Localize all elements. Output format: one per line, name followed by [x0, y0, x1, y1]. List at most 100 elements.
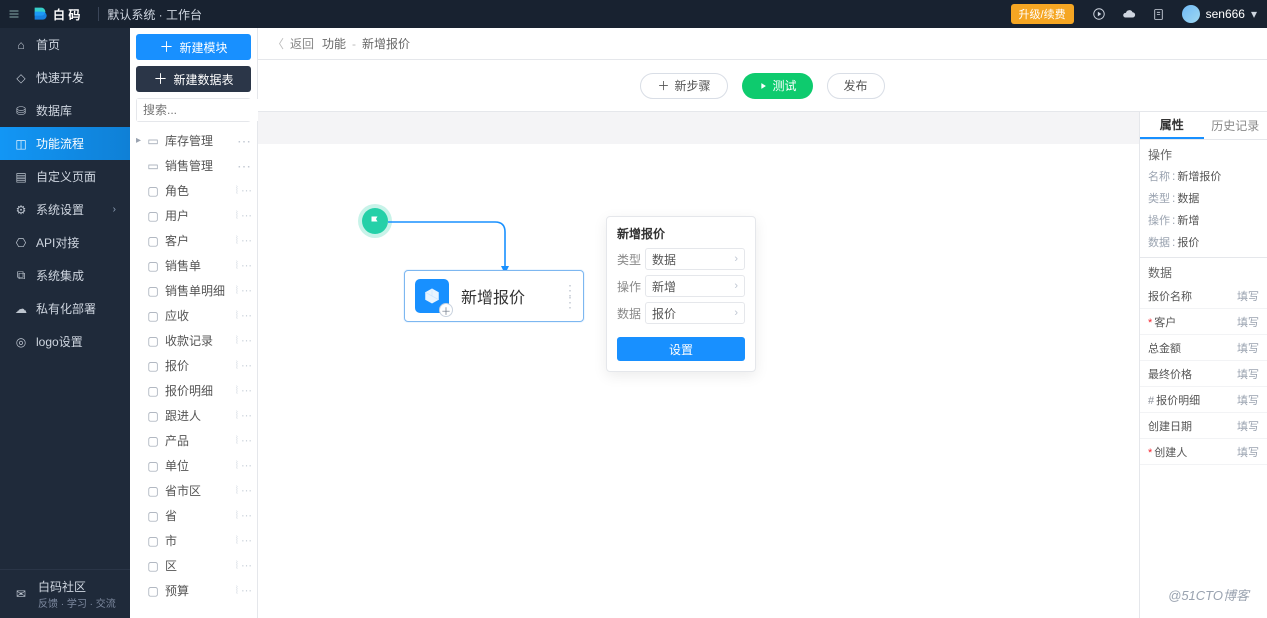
config-icon[interactable]: ⦚⋯	[236, 284, 251, 298]
data-field-row[interactable]: 报价明细填写	[1140, 387, 1267, 413]
menu-toggle-icon[interactable]	[0, 0, 28, 28]
sidebar-item-3[interactable]: ◫功能流程	[0, 127, 130, 160]
tree-item[interactable]: ▢报价明细⦚⋯	[130, 378, 257, 403]
tree-item[interactable]: ▢角色⦚⋯	[130, 178, 257, 203]
tree-item[interactable]: ▢省⦚⋯	[130, 503, 257, 528]
sidebar-item-8[interactable]: ☁私有化部署	[0, 292, 130, 325]
file-icon: ▢	[146, 334, 160, 348]
config-icon[interactable]: ⦚⋯	[236, 584, 251, 598]
tree-label: 收款记录	[165, 332, 213, 349]
tree-item[interactable]: ▢用户⦚⋯	[130, 203, 257, 228]
start-node[interactable]	[362, 208, 388, 234]
data-field-row[interactable]: 创建人填写	[1140, 439, 1267, 465]
sidebar-item-1[interactable]: ◇快速开发	[0, 61, 130, 94]
tree-item[interactable]: ▢销售单明细⦚⋯	[130, 278, 257, 303]
popover-set-button[interactable]: 设置	[617, 337, 745, 361]
new-module-button[interactable]: ＋新建模块	[136, 34, 251, 60]
sidebar-item-2[interactable]: ⛁数据库	[0, 94, 130, 127]
tree-item[interactable]: ▢报价⦚⋯	[130, 353, 257, 378]
config-icon[interactable]: ⦚⋯	[236, 184, 251, 198]
tree-item[interactable]: ▢区⦚⋯	[130, 553, 257, 578]
config-icon[interactable]: ⦚⋯	[236, 459, 251, 473]
cloud-icon[interactable]	[1118, 3, 1140, 25]
config-icon[interactable]: ⦚⋯	[236, 384, 251, 398]
nav-label: 系统集成	[36, 267, 84, 284]
username[interactable]: sen666	[1206, 7, 1251, 21]
tree-item[interactable]: ▢ 产品 ⦚⋯	[130, 428, 257, 453]
back-link[interactable]: 返回	[290, 35, 314, 52]
canvas-toolbar: ＋新步骤 测试 发布	[258, 60, 1267, 112]
field-value: 填写	[1237, 444, 1259, 460]
tab-history[interactable]: 历史记录	[1204, 112, 1267, 139]
publish-button[interactable]: 发布	[827, 73, 885, 99]
new-step-button[interactable]: ＋新步骤	[640, 73, 727, 99]
tree-item[interactable]: ▢预算⦚⋯	[130, 578, 257, 603]
new-table-button[interactable]: ＋新建数据表	[136, 66, 251, 92]
brand-logo[interactable]: 白 码	[28, 6, 90, 23]
config-icon[interactable]: ⦚⋯	[236, 409, 251, 423]
tree-item[interactable]: ▢ 收款记录 ⦚⋯	[130, 328, 257, 353]
config-icon[interactable]: ⦚⋯	[236, 234, 251, 248]
config-icon[interactable]: ⦚⋯	[236, 434, 251, 448]
tree-label: 应收	[165, 307, 189, 324]
nav-icon: ◇	[14, 71, 28, 85]
config-icon[interactable]: ⦚⋯	[236, 509, 251, 523]
popover-row-select[interactable]: 报价›	[645, 302, 745, 324]
tree-item[interactable]: ▢应收⦚⋯	[130, 303, 257, 328]
chevron-down-icon[interactable]: ▾	[1251, 7, 1257, 21]
tree-item[interactable]: ▢跟进人⦚⋯	[130, 403, 257, 428]
tree-item[interactable]: ▢单位⦚⋯	[130, 453, 257, 478]
avatar[interactable]	[1182, 5, 1200, 23]
popover-row-select[interactable]: 数据›	[645, 248, 745, 270]
play-icon[interactable]	[1088, 3, 1110, 25]
file-icon: ▢	[146, 434, 160, 448]
tree-label: 产品	[165, 432, 189, 449]
config-icon[interactable]: ⦚⋯	[236, 209, 251, 223]
section-data-title: 数据	[1140, 258, 1267, 283]
config-icon[interactable]: ⦚⋯	[236, 359, 251, 373]
prop-row: 类型:数据	[1140, 187, 1267, 209]
sidebar-community[interactable]: ✉白码社区反馈 · 学习 · 交流	[0, 569, 130, 618]
config-icon[interactable]: ⦚⋯	[236, 259, 251, 273]
tree-item[interactable]: ▢市⦚⋯	[130, 528, 257, 553]
popover-row-select[interactable]: 新增›	[645, 275, 745, 297]
node-more-icon[interactable]: ⋮⋮	[563, 284, 577, 308]
config-icon[interactable]: ⦚⋯	[236, 559, 251, 573]
workspace-label[interactable]: 默认系统 · 工作台	[107, 6, 202, 23]
tree-item[interactable]: ▢客户⦚⋯	[130, 228, 257, 253]
sidebar-item-5[interactable]: ⚙系统设置›	[0, 193, 130, 226]
tree-item[interactable]: ▢省市区⦚⋯	[130, 478, 257, 503]
test-button[interactable]: 测试	[742, 73, 813, 99]
sidebar-item-0[interactable]: ⌂首页	[0, 28, 130, 61]
tree-item[interactable]: ▭销售管理⋯	[130, 153, 257, 178]
sidebar-item-9[interactable]: ◎logo设置	[0, 325, 130, 358]
doc-icon[interactable]	[1148, 3, 1170, 25]
chevron-left-icon[interactable]: 〈	[272, 35, 284, 52]
data-field-row[interactable]: 报价名称填写	[1140, 283, 1267, 309]
config-icon[interactable]: ⦚⋯	[236, 484, 251, 498]
right-tabs: 属性 历史记录	[1140, 112, 1267, 140]
popover-row-label: 类型	[617, 251, 645, 268]
plus-icon[interactable]: ＋	[439, 303, 453, 317]
sidebar-item-4[interactable]: ▤自定义页面	[0, 160, 130, 193]
config-icon[interactable]: ⦚⋯	[236, 309, 251, 323]
flow-canvas[interactable]: ＋ 新增报价 ⋮⋮ 新增报价 类型数据›操作新增›数据报价› 设置	[258, 112, 1139, 618]
flow-node-card[interactable]: ＋ 新增报价 ⋮⋮	[404, 270, 584, 322]
data-field-row[interactable]: 创建日期填写	[1140, 413, 1267, 439]
data-field-row[interactable]: 最终价格填写	[1140, 361, 1267, 387]
tree-label: 销售单	[165, 257, 201, 274]
config-icon[interactable]: ⦚⋯	[236, 334, 251, 348]
tab-properties[interactable]: 属性	[1140, 112, 1204, 139]
sidebar-item-7[interactable]: ⧉系统集成	[0, 259, 130, 292]
file-icon: ▢	[146, 534, 160, 548]
nav-icon: ⛁	[14, 104, 28, 118]
tree-item[interactable]: ▢销售单⦚⋯	[130, 253, 257, 278]
sidebar-item-6[interactable]: ⎔API对接	[0, 226, 130, 259]
data-field-row[interactable]: 客户填写	[1140, 309, 1267, 335]
data-field-row[interactable]: 总金额填写	[1140, 335, 1267, 361]
new-module-label: 新建模块	[179, 39, 227, 56]
config-icon[interactable]: ⦚⋯	[236, 534, 251, 548]
tree-item[interactable]: ▸▭库存管理⋯	[130, 128, 257, 153]
upgrade-badge[interactable]: 升级/续费	[1011, 4, 1074, 24]
nav-icon: ⌂	[14, 38, 28, 52]
